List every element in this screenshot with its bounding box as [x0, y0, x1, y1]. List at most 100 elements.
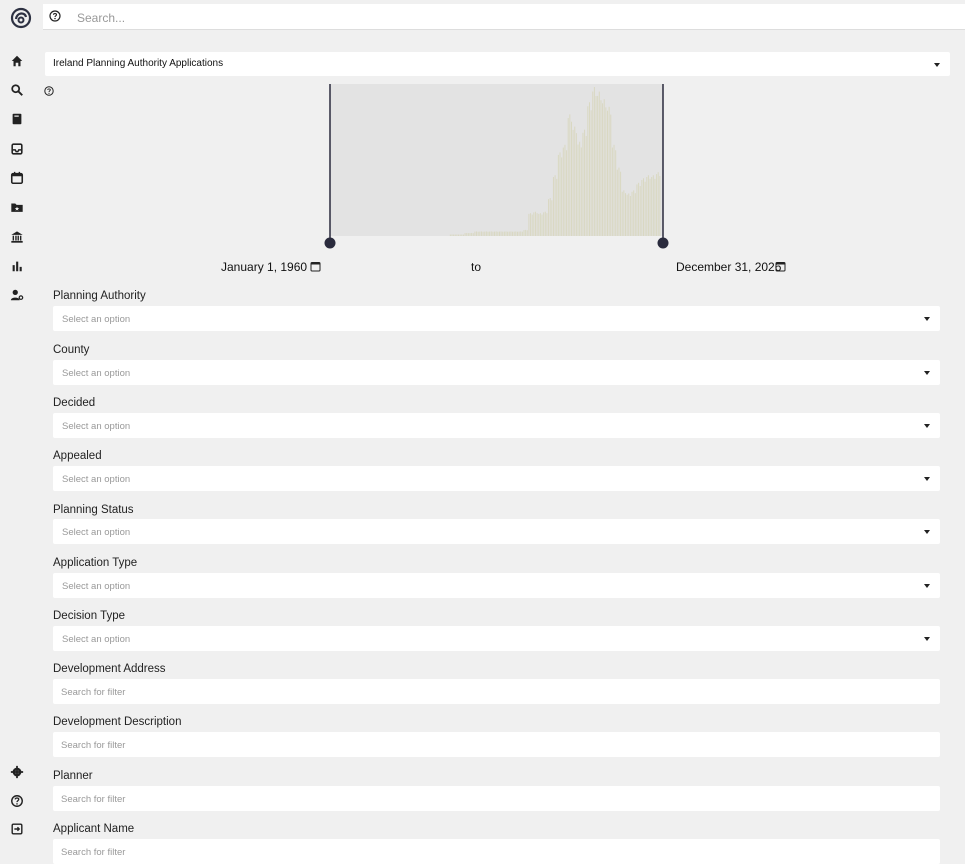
filter-label-application-type: Application Type	[53, 557, 138, 569]
histogram-bar	[626, 194, 628, 236]
calendar-icon[interactable]	[310, 261, 321, 272]
histogram-bar	[453, 234, 455, 236]
histogram-bar	[541, 214, 543, 236]
logout-icon[interactable]	[8, 820, 26, 838]
histogram-bar	[531, 214, 533, 236]
histogram-bar	[471, 232, 473, 236]
histogram-bar	[633, 190, 635, 236]
histogram-bar	[647, 175, 649, 236]
histogram-bar	[533, 212, 535, 236]
filter-label-county: County	[53, 344, 90, 356]
histogram-bar	[631, 191, 633, 236]
histogram-bar	[556, 178, 558, 236]
development-address-search[interactable]: Search for filter	[53, 679, 940, 704]
histogram-bar	[487, 231, 489, 236]
histogram-bar	[566, 150, 568, 236]
histogram-bar	[477, 231, 479, 236]
histogram-bar	[498, 231, 500, 236]
histogram-bar	[557, 154, 559, 236]
decision-type-select[interactable]: Select an option	[53, 626, 940, 651]
calendar-icon[interactable]	[775, 261, 786, 272]
end-date-value[interactable]: December 31, 2026	[676, 260, 781, 274]
select-placeholder: Select an option	[62, 314, 131, 325]
search-placeholder: Search for filter	[61, 740, 126, 751]
start-date-value[interactable]: January 1, 1960	[221, 260, 307, 274]
histogram-bar	[629, 195, 631, 236]
histogram-bar	[644, 181, 646, 236]
chevron-down-icon	[924, 317, 930, 321]
select-placeholder: Select an option	[62, 474, 131, 485]
appealed-select[interactable]: Select an option	[53, 466, 940, 491]
histogram-bar	[559, 152, 561, 236]
applicant-name-search[interactable]: Search for filter	[53, 839, 940, 864]
histogram-bar	[480, 231, 482, 236]
histogram-bar	[603, 99, 605, 236]
histogram-bar	[639, 185, 641, 236]
histogram-bar	[572, 129, 574, 236]
histogram-bars	[449, 87, 661, 237]
histogram-bar	[490, 231, 492, 236]
histogram-bar	[476, 231, 478, 236]
histogram-bar	[546, 213, 548, 236]
histogram-bar	[564, 144, 566, 236]
histogram-bar	[526, 230, 528, 236]
county-select[interactable]: Select an option	[53, 360, 940, 385]
user-settings-icon[interactable]	[8, 286, 26, 304]
filter-label-planning-status: Planning Status	[53, 504, 134, 516]
histogram-bar	[544, 211, 546, 236]
range-end-handle[interactable]	[657, 237, 669, 249]
select-placeholder: Select an option	[62, 368, 131, 379]
application-type-select[interactable]: Select an option	[53, 573, 940, 598]
development-description-search[interactable]: Search for filter	[53, 732, 940, 757]
histogram-bar	[606, 110, 608, 236]
planning-status-select[interactable]: Select an option	[53, 519, 940, 544]
filter-label-decided: Decided	[53, 397, 96, 409]
search-placeholder: Search for filter	[61, 794, 126, 805]
histogram-bar	[510, 231, 512, 236]
histogram-bar	[569, 114, 571, 236]
select-placeholder: Select an option	[62, 581, 131, 592]
histogram-bar	[534, 211, 536, 236]
histogram-bar	[657, 172, 659, 236]
select-placeholder: Select an option	[62, 527, 131, 538]
histogram-bar	[508, 231, 510, 236]
date-range-separator: to	[471, 260, 482, 274]
histogram-bar	[507, 231, 509, 236]
histogram-bar	[543, 212, 545, 236]
filter-label-applicant-name: Applicant Name	[53, 823, 135, 835]
histogram-bar	[624, 193, 626, 236]
planning-authority-select[interactable]: Select an option	[53, 306, 940, 331]
histogram-bar	[461, 234, 463, 236]
filter-label-decision-type: Decision Type	[53, 610, 126, 622]
histogram-bar	[464, 233, 466, 236]
histogram-bar	[502, 231, 504, 236]
range-start-handle[interactable]	[324, 237, 336, 249]
histogram-bar	[521, 231, 523, 236]
chevron-down-icon	[924, 477, 930, 481]
histogram-bar	[528, 213, 530, 236]
histogram-bar	[515, 231, 517, 236]
histogram-bar	[590, 110, 592, 236]
decided-select[interactable]: Select an option	[53, 413, 940, 438]
histogram-bar	[610, 114, 612, 236]
histogram-chart	[324, 84, 669, 249]
histogram-bar	[567, 118, 569, 236]
help-icon[interactable]	[8, 792, 26, 810]
histogram-bar	[575, 133, 577, 236]
gear-icon[interactable]	[8, 763, 26, 781]
histogram-bar	[539, 213, 541, 236]
histogram-bar	[538, 213, 540, 236]
histogram-bar	[588, 102, 590, 237]
histogram-bar	[472, 233, 474, 236]
histogram-bar	[494, 231, 496, 236]
planner-search[interactable]: Search for filter	[53, 786, 940, 811]
chevron-down-icon	[924, 371, 930, 375]
histogram-bar	[520, 231, 522, 236]
histogram-bar	[512, 231, 514, 236]
select-placeholder: Select an option	[62, 634, 131, 645]
histogram-bar	[485, 231, 487, 236]
histogram-bar	[651, 177, 653, 236]
histogram-bar	[600, 100, 602, 236]
histogram-bar	[585, 135, 587, 236]
chevron-down-icon	[924, 584, 930, 588]
